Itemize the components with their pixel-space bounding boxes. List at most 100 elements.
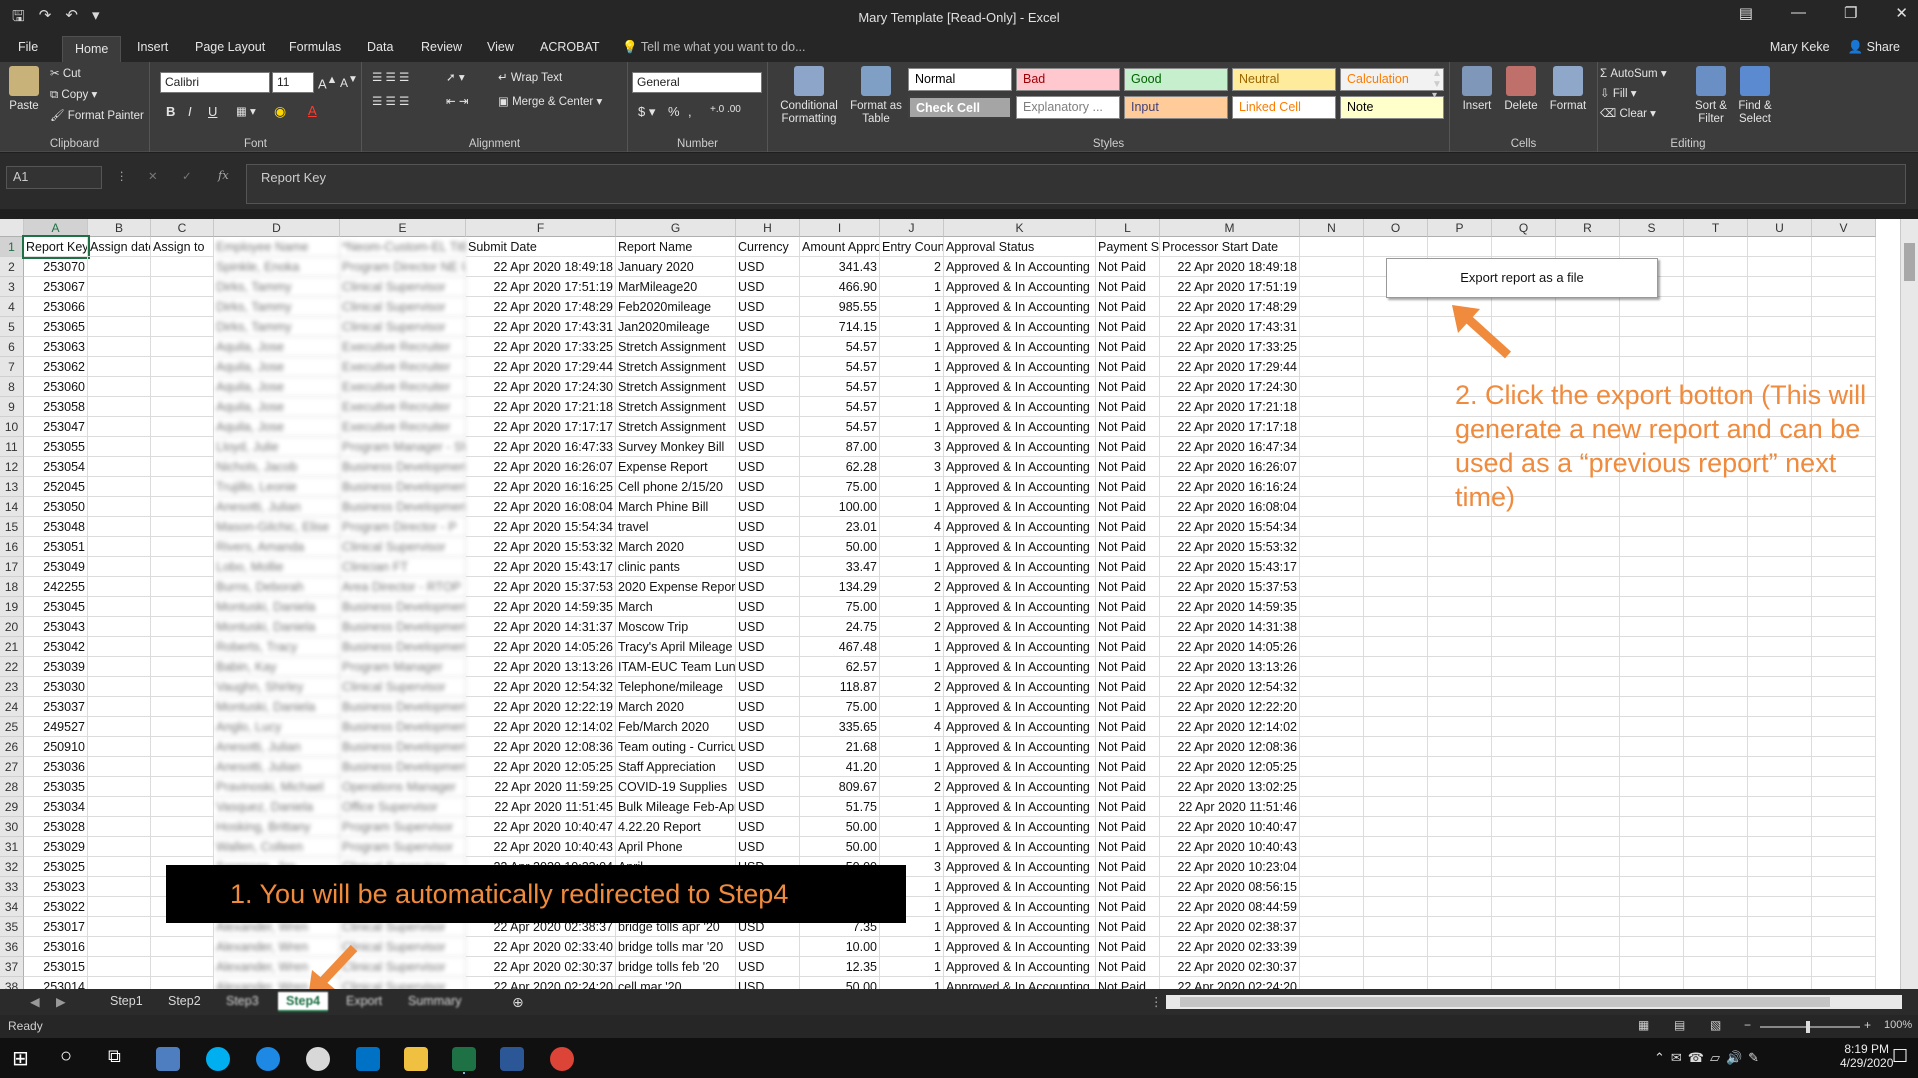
table-cell[interactable] xyxy=(1812,517,1876,537)
table-cell[interactable]: USD xyxy=(736,257,800,277)
table-cell[interactable]: 22 Apr 2020 16:16:25 xyxy=(466,477,616,497)
table-cell[interactable] xyxy=(1812,237,1876,257)
table-cell[interactable]: 22 Apr 2020 15:37:53 xyxy=(1160,577,1300,597)
column-title-cell[interactable]: Assign date xyxy=(88,237,151,257)
table-cell[interactable] xyxy=(1748,637,1812,657)
table-cell[interactable]: Dirks, Tammy xyxy=(214,317,340,337)
cell-style-check-cell[interactable]: Check Cell xyxy=(908,96,1012,119)
column-header[interactable]: R xyxy=(1556,219,1620,237)
table-cell[interactable]: 985.55 xyxy=(800,297,880,317)
table-cell[interactable] xyxy=(1684,297,1748,317)
table-cell[interactable] xyxy=(1684,877,1748,897)
table-cell[interactable]: 22 Apr 2020 17:29:44 xyxy=(466,357,616,377)
table-cell[interactable] xyxy=(1684,597,1748,617)
internet-explorer-icon[interactable] xyxy=(256,1047,280,1071)
table-cell[interactable] xyxy=(1300,657,1364,677)
table-cell[interactable] xyxy=(1748,897,1812,917)
table-cell[interactable] xyxy=(1428,837,1492,857)
table-cell[interactable] xyxy=(1812,777,1876,797)
find-select-button[interactable]: Find & Select xyxy=(1734,66,1776,126)
table-cell[interactable] xyxy=(1620,317,1684,337)
column-header[interactable]: N xyxy=(1300,219,1364,237)
table-cell[interactable] xyxy=(1556,717,1620,737)
table-cell[interactable]: Not Paid xyxy=(1096,437,1160,457)
table-cell[interactable] xyxy=(1364,577,1428,597)
table-cell[interactable] xyxy=(88,457,151,477)
tab-data[interactable]: Data xyxy=(367,40,393,54)
table-cell[interactable]: Approved & In Accounting xyxy=(944,777,1096,797)
table-cell[interactable]: 22 Apr 2020 10:40:43 xyxy=(466,837,616,857)
table-cell[interactable] xyxy=(1684,557,1748,577)
table-cell[interactable] xyxy=(88,557,151,577)
table-cell[interactable]: Approved & In Accounting xyxy=(944,797,1096,817)
table-cell[interactable]: 22 Apr 2020 17:17:17 xyxy=(466,417,616,437)
table-cell[interactable]: USD xyxy=(736,637,800,657)
name-box[interactable]: A1 xyxy=(6,166,102,189)
table-cell[interactable] xyxy=(1300,357,1364,377)
table-cell[interactable]: Feb/March 2020 xyxy=(616,717,736,737)
table-cell[interactable]: Not Paid xyxy=(1096,537,1160,557)
table-cell[interactable] xyxy=(1684,717,1748,737)
table-cell[interactable] xyxy=(1620,657,1684,677)
column-header[interactable]: J xyxy=(880,219,944,237)
table-cell[interactable]: Stretch Assignment xyxy=(616,397,736,417)
table-cell[interactable] xyxy=(1364,597,1428,617)
table-cell[interactable] xyxy=(1300,897,1364,917)
table-cell[interactable]: USD xyxy=(736,797,800,817)
table-cell[interactable] xyxy=(1492,957,1556,977)
table-cell[interactable]: 50.00 xyxy=(800,817,880,837)
table-cell[interactable]: 1 xyxy=(880,337,944,357)
table-cell[interactable] xyxy=(151,977,214,989)
table-cell[interactable]: Clinical Supervisor xyxy=(340,277,466,297)
table-cell[interactable] xyxy=(1556,897,1620,917)
table-cell[interactable] xyxy=(88,497,151,517)
table-cell[interactable] xyxy=(1684,337,1748,357)
column-title-cell[interactable]: Payment Status xyxy=(1096,237,1160,257)
table-cell[interactable] xyxy=(1748,857,1812,877)
table-cell[interactable]: Clinical Supervisor xyxy=(340,677,466,697)
table-cell[interactable]: Not Paid xyxy=(1096,937,1160,957)
table-cell[interactable]: 22 Apr 2020 08:56:15 xyxy=(1160,877,1300,897)
table-cell[interactable]: 75.00 xyxy=(800,597,880,617)
table-cell[interactable] xyxy=(88,657,151,677)
table-cell[interactable]: 22 Apr 2020 11:59:25 xyxy=(466,777,616,797)
table-cell[interactable] xyxy=(1684,957,1748,977)
table-cell[interactable]: 253029 xyxy=(24,837,88,857)
table-cell[interactable] xyxy=(88,797,151,817)
table-cell[interactable]: Pravinoski, Michael xyxy=(214,777,340,797)
table-cell[interactable] xyxy=(1748,817,1812,837)
table-cell[interactable] xyxy=(1620,897,1684,917)
table-cell[interactable] xyxy=(1620,917,1684,937)
table-cell[interactable] xyxy=(1300,757,1364,777)
new-sheet-icon[interactable]: ⊕ xyxy=(504,992,532,1013)
export-report-button[interactable]: Export report as a file xyxy=(1386,258,1658,298)
table-cell[interactable] xyxy=(1428,517,1492,537)
table-cell[interactable] xyxy=(88,317,151,337)
row-header[interactable]: 26 xyxy=(0,737,24,757)
table-cell[interactable] xyxy=(1364,937,1428,957)
table-cell[interactable]: Cell phone 2/15/20 xyxy=(616,477,736,497)
table-cell[interactable]: 23.01 xyxy=(800,517,880,537)
table-cell[interactable] xyxy=(1556,677,1620,697)
table-cell[interactable]: 54.57 xyxy=(800,377,880,397)
table-cell[interactable]: Tracy's April Mileage xyxy=(616,637,736,657)
table-cell[interactable]: 87.00 xyxy=(800,437,880,457)
table-cell[interactable]: COVID-19 Supplies xyxy=(616,777,736,797)
table-cell[interactable]: USD xyxy=(736,537,800,557)
table-cell[interactable]: Program Manager xyxy=(340,657,466,677)
table-cell[interactable] xyxy=(1364,477,1428,497)
table-cell[interactable] xyxy=(1300,257,1364,277)
bold-button[interactable]: B xyxy=(166,104,175,119)
file-explorer-icon[interactable] xyxy=(404,1047,428,1071)
merge-center-button[interactable]: ▣ Merge & Center ▾ xyxy=(498,94,602,108)
table-cell[interactable]: 253047 xyxy=(24,417,88,437)
borders-icon[interactable]: ▦ ▾ xyxy=(236,104,256,118)
table-cell[interactable] xyxy=(1620,697,1684,717)
table-cell[interactable] xyxy=(1364,537,1428,557)
table-cell[interactable]: 22 Apr 2020 10:40:47 xyxy=(1160,817,1300,837)
table-cell[interactable] xyxy=(1300,597,1364,617)
table-cell[interactable] xyxy=(1812,877,1876,897)
table-cell[interactable]: 253049 xyxy=(24,557,88,577)
table-cell[interactable] xyxy=(1300,577,1364,597)
table-cell[interactable] xyxy=(1556,757,1620,777)
